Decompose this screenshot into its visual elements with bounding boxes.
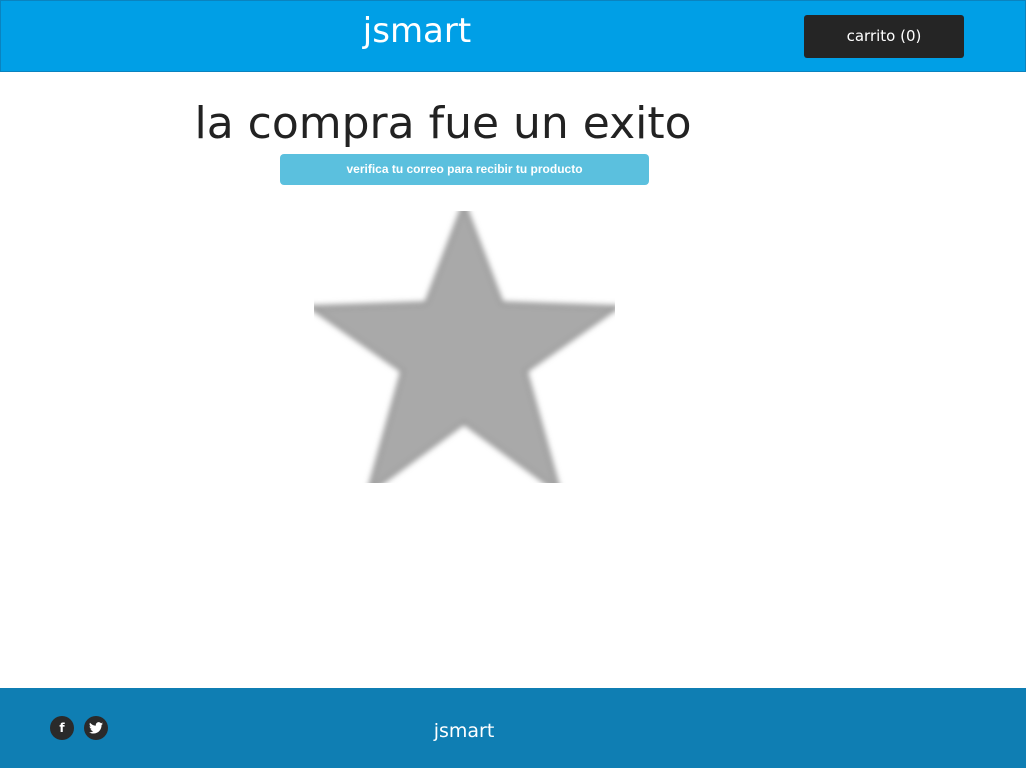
- star-icon: [314, 211, 615, 483]
- email-notice-banner: verifica tu correo para recibir tu produ…: [280, 154, 649, 185]
- twitter-bird-icon: [89, 722, 103, 734]
- site-header: jsmart carrito (0): [0, 0, 1026, 72]
- brand-title[interactable]: jsmart: [331, 9, 503, 53]
- product-image: [314, 211, 615, 483]
- facebook-glyph: f: [59, 721, 65, 735]
- facebook-icon[interactable]: f: [50, 716, 74, 740]
- page-title: la compra fue un exito: [194, 98, 692, 149]
- cart-button[interactable]: carrito (0): [804, 15, 964, 58]
- footer-brand: jsmart: [433, 720, 495, 742]
- twitter-icon[interactable]: [84, 716, 108, 740]
